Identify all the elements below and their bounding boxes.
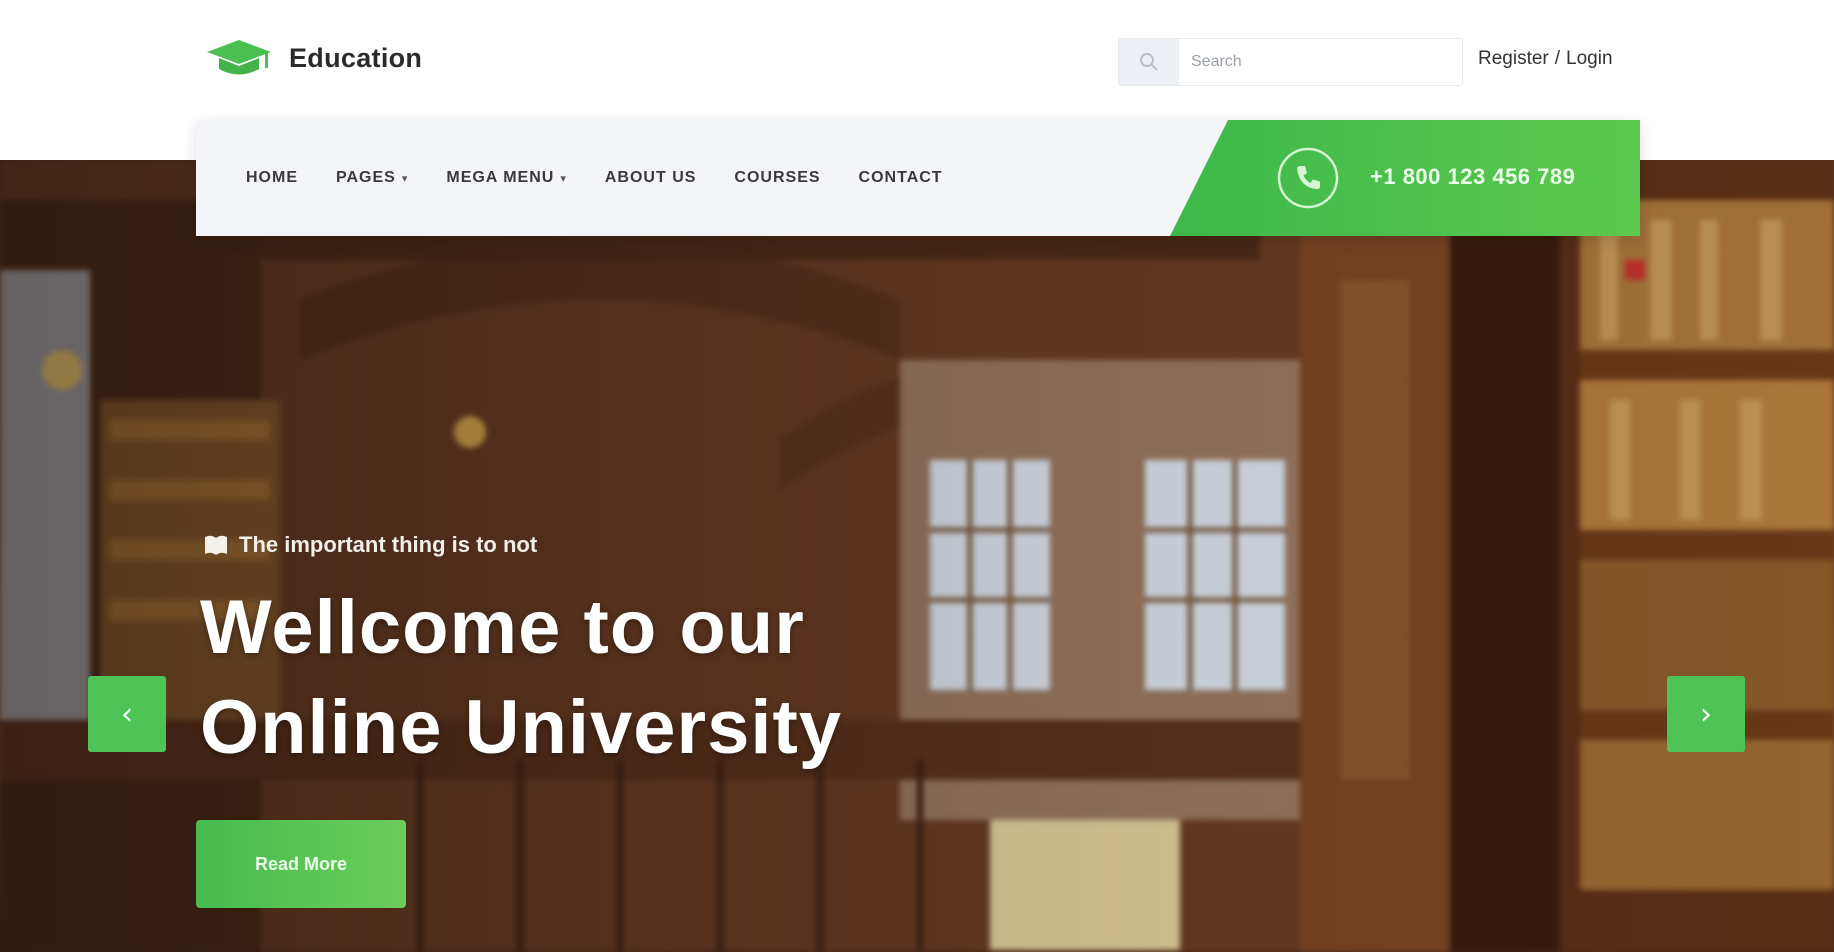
chevron-left-icon[interactable]: ‹ [88,676,166,752]
login-link[interactable]: Login [1566,48,1613,70]
hero-headline-line2: Online University [200,685,843,770]
nav-item-label: PAGES [336,169,396,186]
register-link[interactable]: Register [1478,48,1549,70]
logo-text: Education [289,42,423,73]
book-icon [205,535,227,555]
auth-separator: / [1554,48,1561,69]
nav-item-courses[interactable]: COURSES [734,169,820,187]
graduation-cap-icon [207,40,271,75]
chevron-right-icon[interactable]: › [1667,676,1745,752]
nav-item-home[interactable]: HOME [246,169,298,187]
hero-headline: Wellcome to our Online University [200,578,960,778]
hero-slider: The important thing is to not Wellcome t… [0,160,1834,952]
nav-item-mega-menu[interactable]: MEGA MENU ▾ [446,169,567,187]
nav-item-label: HOME [246,169,298,186]
read-more-button[interactable]: Read More [196,820,406,908]
nav-item-about-us[interactable]: ABOUT US [605,169,697,187]
nav-item-label: COURSES [734,169,821,186]
nav-item-contact[interactable]: CONTACT [859,169,943,187]
phone-number: +1 800 123 456 789 [1370,164,1576,189]
auth-links: Register / Login [1478,48,1613,70]
nav-item-pages[interactable]: PAGES ▾ [336,169,408,187]
nav-menu: HOME PAGES ▾ MEGA MENU ▾ ABOUT US COURSE… [246,120,943,236]
nav-item-label: MEGA MENU [446,169,555,186]
nav-item-label: ABOUT US [604,169,697,186]
search-input[interactable] [1179,40,1462,84]
chevron-down-icon: ▾ [401,171,409,185]
search-icon[interactable] [1119,39,1179,85]
hero-headline-line1: Wellcome to our [200,585,805,670]
hero-kicker: The important thing is to not [203,532,537,558]
logo[interactable]: Education [205,36,422,80]
phone-contact[interactable]: +1 800 123 456 789 [1170,120,1640,236]
hero-kicker-text: The important thing is to not [239,532,538,557]
chevron-down-icon: ▾ [560,171,567,185]
phone-icon [1277,147,1339,209]
nav-item-label: CONTACT [858,169,943,186]
search-box [1118,38,1463,86]
